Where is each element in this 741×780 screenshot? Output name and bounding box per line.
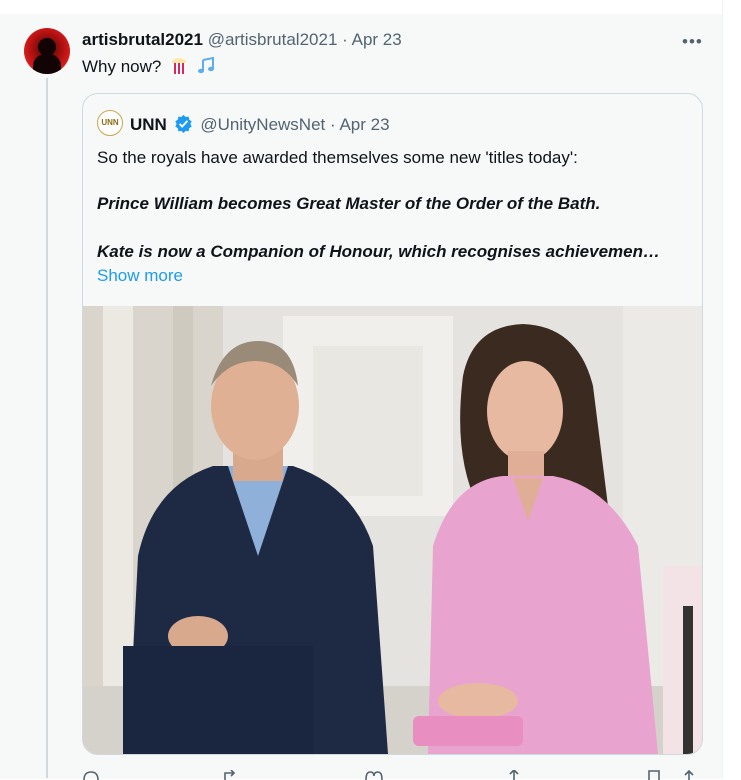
quoted-header: UNN @UnityNewsNet · Apr 23 [130, 114, 390, 135]
quoted-separator: · [330, 115, 336, 134]
quoted-tweet[interactable]: UNN UNN @UnityNewsNet · Apr 23 So the ro… [82, 93, 703, 755]
more-icon[interactable]: ••• [682, 32, 703, 52]
tweet-date[interactable]: Apr 23 [352, 30, 402, 49]
thread-line [46, 78, 48, 778]
previous-tweet-edge [0, 0, 723, 15]
show-more-link[interactable]: Show more [97, 266, 183, 286]
verified-badge-icon [174, 114, 192, 133]
quoted-handle[interactable]: @UnityNewsNet [200, 115, 325, 134]
handle[interactable]: @artisbrutal2021 [208, 30, 338, 49]
quoted-avatar[interactable]: UNN [97, 110, 123, 136]
quoted-photo[interactable] [83, 306, 702, 754]
quoted-text-line-2: Prince William becomes Great Master of t… [97, 194, 601, 213]
quoted-date[interactable]: Apr 23 [339, 115, 389, 134]
tweet-text: Why now? [82, 57, 215, 77]
tweet-text-content: Why now? [82, 57, 162, 76]
avatar-figure-body [33, 54, 61, 74]
avatar[interactable] [24, 28, 70, 74]
tweet-header: artisbrutal2021 @artisbrutal2021 · Apr 2… [82, 30, 402, 50]
quoted-text-line-1: So the royals have awarded themselves so… [97, 148, 578, 167]
separator: · [342, 30, 348, 49]
display-name[interactable]: artisbrutal2021 [82, 30, 203, 49]
popcorn-emoji [172, 58, 187, 74]
music-notes-emoji [197, 57, 214, 74]
quoted-display-name[interactable]: UNN [130, 115, 167, 134]
quoted-text-line-3: Kate is now a Companion of Honour, which… [97, 242, 661, 261]
